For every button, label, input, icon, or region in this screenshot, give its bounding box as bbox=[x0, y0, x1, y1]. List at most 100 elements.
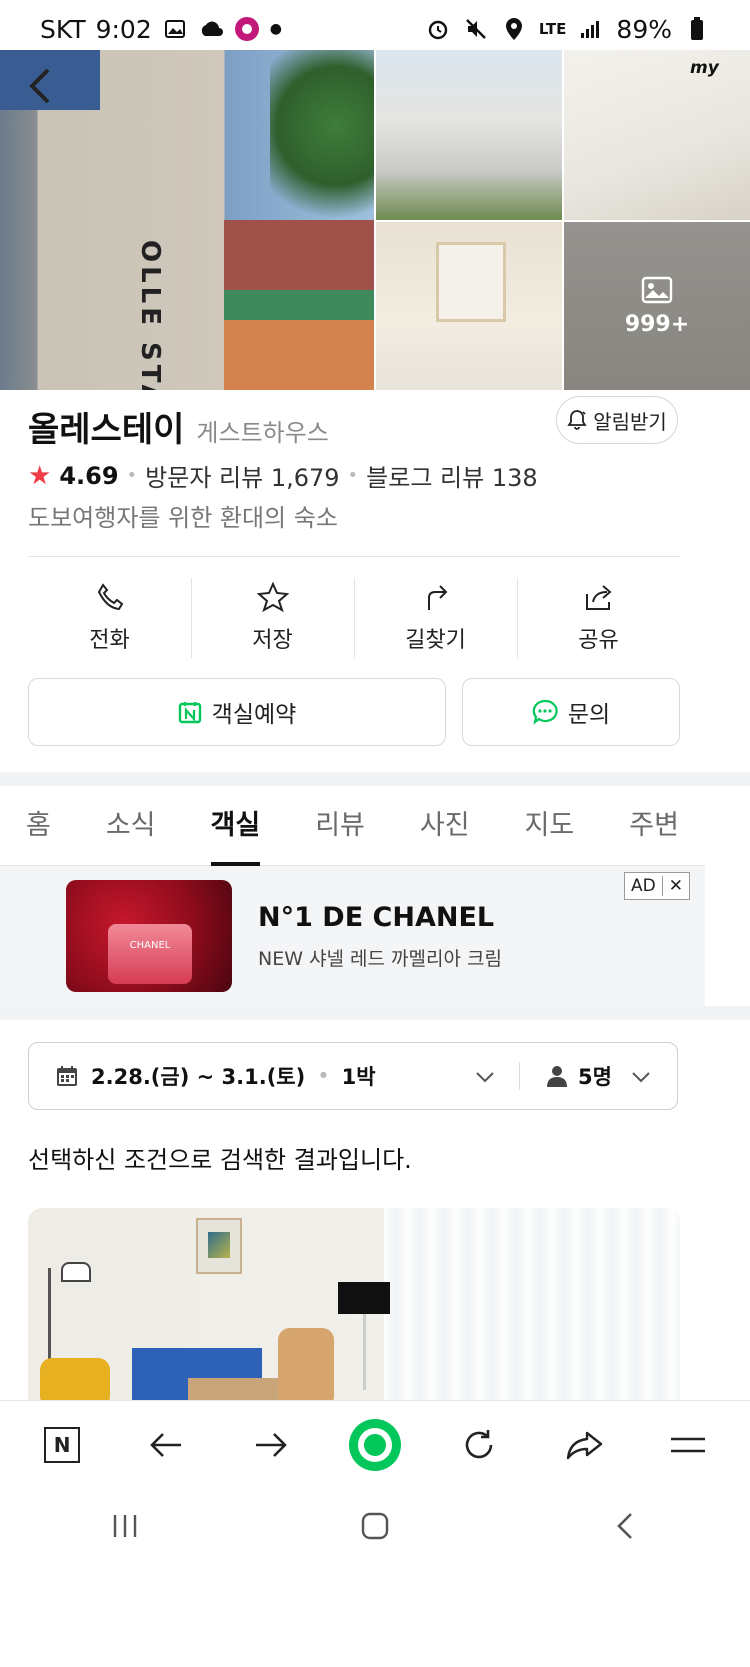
alarm-button[interactable]: 알림받기 bbox=[556, 396, 678, 444]
location-icon bbox=[501, 16, 527, 42]
recent-apps-button[interactable] bbox=[85, 1506, 165, 1546]
book-room-button[interactable]: 객실예약 bbox=[28, 678, 446, 746]
my-label: my bbox=[690, 58, 719, 78]
more-photos-overlay[interactable]: 999+ bbox=[564, 222, 750, 390]
photo-gallery[interactable]: OLLE STAY my 999+ bbox=[0, 50, 750, 390]
alarm-label: 알림받기 bbox=[593, 409, 667, 434]
room-tv bbox=[338, 1282, 390, 1390]
date-range: 2.28.(금) ~ 3.1.(토) bbox=[91, 1065, 306, 1089]
inquiry-label: 문의 bbox=[567, 702, 611, 728]
ad-product-jar: CHANEL bbox=[108, 924, 192, 984]
home-square-icon bbox=[361, 1512, 389, 1540]
back-arrow-icon[interactable] bbox=[26, 66, 66, 106]
ad-subtitle[interactable]: NEW 샤넬 레드 까멜리아 크림 bbox=[258, 944, 502, 971]
share-button[interactable] bbox=[556, 1417, 612, 1473]
share-label: 공유 bbox=[578, 628, 619, 653]
menu-button[interactable] bbox=[660, 1417, 716, 1473]
divider bbox=[28, 556, 680, 557]
search-result-text: 선택하신 조건으로 검색한 결과입니다. bbox=[28, 1146, 412, 1174]
carrier-label: SKT bbox=[40, 14, 86, 44]
photo-window bbox=[436, 242, 506, 322]
back-button[interactable] bbox=[138, 1417, 194, 1473]
green-dot-button[interactable] bbox=[347, 1417, 403, 1473]
photo-more[interactable]: 999+ bbox=[564, 222, 750, 390]
share-action[interactable]: 공유 bbox=[517, 578, 680, 658]
date-picker[interactable]: 2.28.(금) ~ 3.1.(토) • 1박 bbox=[29, 1061, 519, 1091]
photo-bedroom[interactable]: my bbox=[564, 50, 750, 220]
title-row: 올레스테이 게스트하우스 bbox=[28, 402, 329, 451]
clock: 9:02 bbox=[95, 14, 152, 44]
separator-dot: • bbox=[126, 465, 138, 486]
directions-action[interactable]: 길찾기 bbox=[354, 578, 517, 658]
calendar-icon bbox=[57, 1066, 77, 1086]
rating-score: 4.69 bbox=[59, 461, 119, 490]
save-label: 저장 bbox=[252, 628, 293, 653]
forward-button[interactable] bbox=[243, 1417, 299, 1473]
star-icon bbox=[256, 582, 289, 612]
naver-booking-icon bbox=[178, 702, 201, 724]
image-icon bbox=[641, 276, 673, 303]
arrow-left-icon bbox=[150, 1432, 182, 1457]
room-wall-art bbox=[196, 1218, 242, 1274]
booking-selector: 2.28.(금) ~ 3.1.(토) • 1박 5명 bbox=[28, 1042, 678, 1110]
ad-title[interactable]: N°1 DE CHANEL bbox=[258, 902, 494, 933]
chat-icon bbox=[532, 699, 558, 725]
tab-reviews[interactable]: 리뷰 bbox=[315, 786, 365, 865]
photo-tree bbox=[270, 50, 374, 240]
share-arrow-icon bbox=[566, 1431, 602, 1459]
visitor-review-link[interactable]: 방문자 리뷰 1,679 bbox=[145, 458, 339, 493]
save-action[interactable]: 저장 bbox=[191, 578, 354, 658]
arrow-right-icon bbox=[255, 1432, 287, 1457]
place-name: 올레스테이 bbox=[28, 410, 185, 450]
status-right: LTE 89% bbox=[425, 15, 710, 44]
call-action[interactable]: 전화 bbox=[28, 578, 191, 658]
nights-count: 1박 bbox=[341, 1065, 376, 1089]
tab-nearby[interactable]: 주변 bbox=[629, 786, 679, 865]
cloud-icon bbox=[198, 16, 224, 42]
ad-close-icon[interactable]: ✕ bbox=[661, 876, 689, 896]
refresh-button[interactable] bbox=[451, 1417, 507, 1473]
photo-room[interactable] bbox=[376, 222, 562, 390]
inquiry-button[interactable]: 문의 bbox=[462, 678, 680, 746]
system-back-button[interactable] bbox=[585, 1506, 665, 1546]
ad-banner[interactable]: CHANEL N°1 DE CHANEL NEW 샤넬 레드 까멜리아 크림 A… bbox=[0, 866, 705, 1006]
directions-label: 길찾기 bbox=[405, 628, 466, 653]
tab-news[interactable]: 소식 bbox=[106, 786, 156, 865]
separator-dot: • bbox=[347, 465, 359, 486]
tab-home[interactable]: 홈 bbox=[26, 786, 51, 865]
green-dot-icon bbox=[348, 1418, 401, 1471]
naver-n-icon: N bbox=[44, 1426, 81, 1463]
action-row: 전화 저장 길찾기 공유 bbox=[28, 578, 680, 658]
room-photo[interactable] bbox=[28, 1208, 680, 1408]
busan-app-icon bbox=[234, 16, 260, 42]
guest-count: 5명 bbox=[578, 1065, 612, 1089]
book-room-label: 객실예약 bbox=[211, 702, 297, 728]
more-photos-count: 999+ bbox=[624, 311, 690, 337]
home-button[interactable] bbox=[335, 1506, 415, 1546]
blog-review-link[interactable]: 블로그 리뷰 138 bbox=[366, 458, 537, 493]
recent-apps-icon bbox=[113, 1515, 137, 1537]
naver-home-button[interactable]: N bbox=[34, 1417, 90, 1473]
guest-picker[interactable]: 5명 bbox=[520, 1061, 677, 1091]
button-row: 객실예약 문의 bbox=[28, 678, 680, 746]
chevron-down-icon bbox=[475, 1064, 495, 1088]
alarm-icon bbox=[425, 16, 451, 42]
tab-photos[interactable]: 사진 bbox=[420, 786, 470, 865]
separator-dot: • bbox=[317, 1064, 330, 1088]
tab-map[interactable]: 지도 bbox=[525, 786, 575, 865]
rating-row: ★ 4.69 • 방문자 리뷰 1,679 • 블로그 리뷰 138 bbox=[28, 458, 538, 493]
tab-bar: 홈 소식 객실 리뷰 사진 지도 주변 bbox=[0, 786, 705, 866]
place-description: 도보여행자를 위한 환대의 숙소 bbox=[28, 504, 338, 532]
main-photo[interactable]: OLLE STAY bbox=[0, 50, 374, 390]
rating-star-icon: ★ bbox=[28, 460, 52, 491]
room-chair bbox=[278, 1328, 334, 1408]
ad-jar-text: CHANEL bbox=[129, 940, 171, 951]
battery-percent: 89% bbox=[616, 14, 672, 44]
section-gap bbox=[0, 772, 750, 786]
ad-image[interactable]: CHANEL bbox=[66, 880, 232, 992]
hamburger-menu-icon bbox=[670, 1437, 705, 1452]
tab-rooms[interactable]: 객실 bbox=[210, 786, 260, 866]
photo-exterior[interactable] bbox=[376, 50, 562, 220]
ad-badge: AD ✕ bbox=[624, 872, 690, 900]
share-icon bbox=[585, 585, 612, 610]
